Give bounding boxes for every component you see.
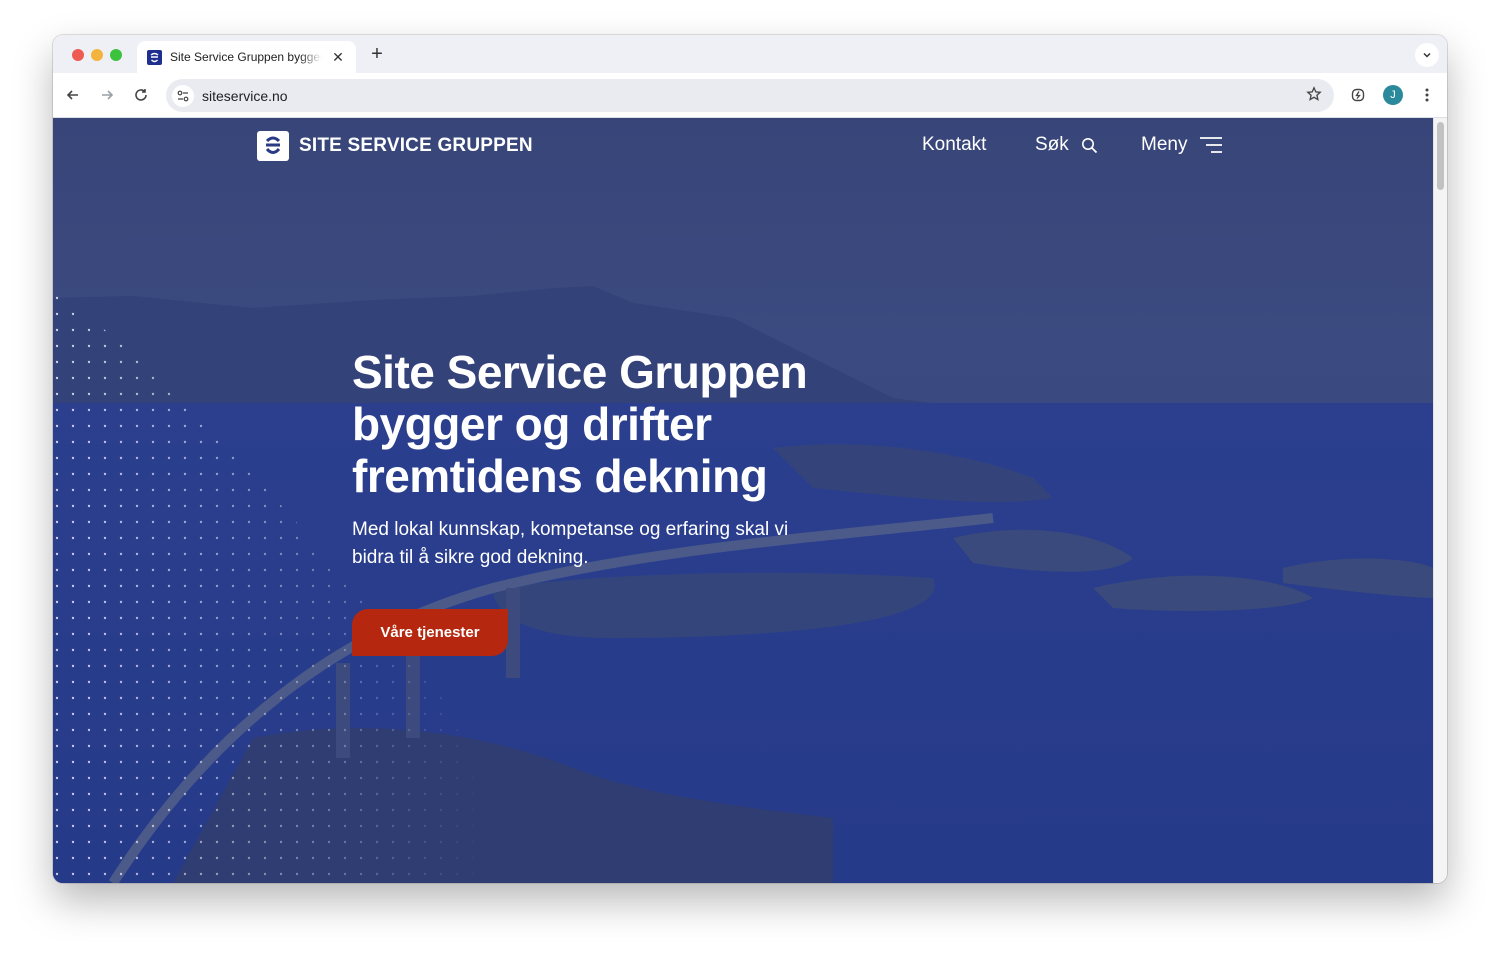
nav-search-label: Søk: [1035, 134, 1069, 155]
tab-close-icon[interactable]: ✕: [330, 49, 346, 66]
hero-title: Site Service Gruppen bygger og drifter f…: [352, 346, 872, 502]
forward-arrow-icon: [102, 90, 114, 100]
reload-button[interactable]: [129, 83, 153, 107]
nav-search-button[interactable]: Søk: [1035, 134, 1098, 156]
new-tab-button[interactable]: +: [366, 43, 388, 65]
chevron-down-icon: [1423, 52, 1431, 58]
search-icon: [1081, 137, 1098, 154]
profile-avatar[interactable]: J: [1383, 85, 1403, 105]
hamburger-menu-icon: [1199, 136, 1223, 154]
bookmark-star-icon[interactable]: [1306, 86, 1322, 107]
page-scrollbar[interactable]: [1433, 118, 1447, 883]
site-favicon-icon: [147, 49, 162, 65]
hero-subtitle: Med lokal kunnskap, kompetanse og erfari…: [352, 519, 789, 568]
reload-icon: [135, 89, 147, 101]
hero-title-line-3: fremtidens dekning: [352, 450, 768, 502]
hero-title-line-2: bygger og drifter: [352, 398, 712, 450]
url-text[interactable]: siteservice.no: [202, 88, 288, 104]
tab-title: Site Service Gruppen bygger og drifter f…: [170, 50, 322, 64]
extension-icon[interactable]: [1347, 84, 1369, 106]
logo-mark-icon: [257, 131, 289, 161]
forward-button[interactable]: [95, 83, 119, 107]
tab-active[interactable]: Site Service Gruppen bygger og drifter f…: [137, 41, 356, 73]
hero-title-line-1: Site Service Gruppen: [352, 346, 808, 398]
site-info-icon[interactable]: [172, 84, 194, 107]
nav-menu-label: Meny: [1141, 134, 1188, 155]
maximize-window-button[interactable]: [110, 49, 122, 61]
address-bar[interactable]: siteservice.no: [166, 79, 1334, 112]
tab-search-button[interactable]: [1415, 43, 1439, 67]
site-logo[interactable]: SITE SERVICE GRUPPEN: [257, 131, 533, 161]
scrollbar-thumb[interactable]: [1437, 122, 1444, 190]
close-window-button[interactable]: [72, 49, 84, 61]
services-cta-button[interactable]: Våre tjenester: [352, 609, 508, 656]
more-menu-icon[interactable]: [1417, 84, 1437, 106]
browser-window: Site Service Gruppen bygger og drifter f…: [53, 35, 1447, 883]
browser-toolbar: siteservice.no J: [53, 73, 1447, 118]
nav-contact-label: Kontakt: [922, 134, 987, 155]
page-viewport: SITE SERVICE GRUPPEN Kontakt Søk Meny Si…: [53, 118, 1433, 883]
back-arrow-icon: [66, 90, 78, 100]
logo-text: SITE SERVICE GRUPPEN: [299, 135, 533, 156]
nav-contact-link[interactable]: Kontakt: [922, 134, 986, 156]
back-button[interactable]: [61, 83, 85, 107]
tab-strip: Site Service Gruppen bygger og drifter f…: [53, 35, 1447, 73]
minimize-window-button[interactable]: [91, 49, 103, 61]
nav-menu-button[interactable]: Meny: [1141, 134, 1223, 156]
